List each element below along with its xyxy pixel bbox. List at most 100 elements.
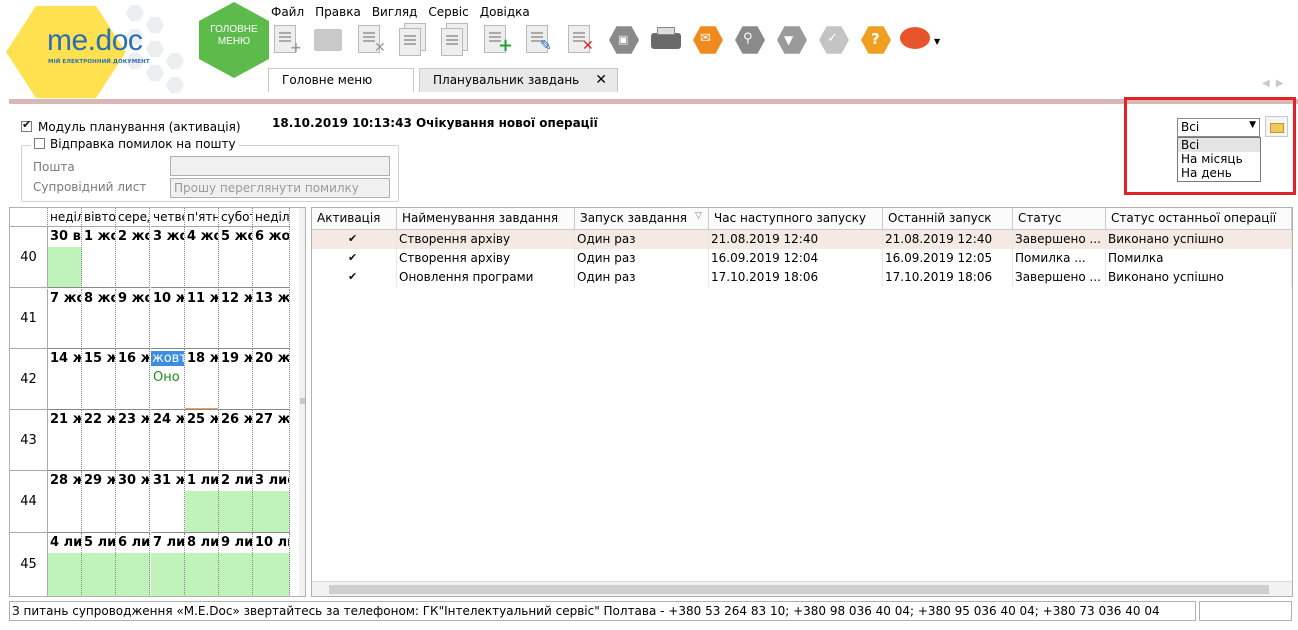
table-row[interactable]: Оновлення програмиОдин раз17.10.2019 18:… bbox=[312, 268, 1292, 287]
check-hex-icon[interactable]: ✓ bbox=[816, 23, 850, 59]
close-icon[interactable]: ✕ bbox=[595, 69, 607, 91]
calendar-day-cell[interactable]: 3 листопада bbox=[253, 471, 290, 533]
column-header[interactable]: Статус bbox=[1013, 208, 1106, 230]
checkbox-icon[interactable] bbox=[348, 230, 359, 248]
menu-edit[interactable]: Правка bbox=[315, 4, 366, 20]
calendar-day-cell[interactable]: 2 листопада bbox=[219, 471, 253, 533]
calendar-day-cell[interactable]: 12 жовтня bbox=[219, 289, 253, 349]
menu-view[interactable]: Вигляд bbox=[372, 4, 423, 20]
calendar-day-cell[interactable]: 27 жовтня bbox=[253, 410, 290, 471]
column-header[interactable]: Запуск завдання bbox=[575, 208, 709, 230]
period-option-day[interactable]: На день bbox=[1178, 166, 1260, 180]
calendar-day-cell[interactable]: 8 листопада bbox=[185, 533, 219, 596]
email-errors-option[interactable]: Відправка помилок на пошту bbox=[31, 137, 239, 151]
calendar-scrollbar[interactable] bbox=[299, 208, 305, 596]
calendar-day-cell[interactable]: 9 листопада bbox=[219, 533, 253, 596]
period-option-month[interactable]: На місяць bbox=[1178, 152, 1260, 166]
period-option-all[interactable]: Всі bbox=[1178, 138, 1260, 152]
calendar-day-cell[interactable]: 19 жовтня bbox=[219, 349, 253, 410]
calendar-day-cell[interactable]: 9 жовтня bbox=[116, 289, 150, 349]
open-folder-icon[interactable] bbox=[312, 23, 346, 59]
help-hex-icon[interactable]: ? bbox=[858, 23, 892, 59]
checkbox-icon[interactable] bbox=[348, 249, 359, 267]
table-row[interactable]: Створення архівуОдин раз16.09.2019 12:04… bbox=[312, 249, 1292, 268]
module-activation-option[interactable]: Модуль планування (активація) bbox=[21, 118, 241, 134]
search-hex-icon[interactable]: ⚲ bbox=[732, 23, 766, 59]
calendar-day-cell[interactable]: 24 жовтня bbox=[151, 410, 185, 471]
mail-field[interactable] bbox=[170, 156, 390, 176]
calendar-day-cell[interactable]: 28 жовтня bbox=[48, 471, 82, 533]
printer-icon[interactable] bbox=[648, 23, 682, 59]
calendar-day-cell[interactable]: жовтня Оно bbox=[151, 349, 185, 410]
calendar-day-cell[interactable]: 1 листопада bbox=[185, 471, 219, 533]
calendar-day-cell[interactable]: 14 жовтня bbox=[48, 349, 82, 410]
edit-doc-icon[interactable]: ✎ bbox=[522, 23, 556, 59]
calendar-day-cell[interactable]: 25 жовтня bbox=[185, 410, 219, 471]
activation-checkbox[interactable] bbox=[312, 249, 397, 268]
calendar-day-cell[interactable]: 7 листопада bbox=[151, 533, 185, 596]
calendar-day-cell[interactable]: 6 листопада bbox=[116, 533, 150, 596]
calendar-day-cell[interactable]: 23 жовтня bbox=[116, 410, 150, 471]
remove-doc-icon[interactable]: ✕ bbox=[564, 23, 598, 59]
calendar-day-cell[interactable]: 13 жовтня bbox=[253, 289, 290, 349]
calendar-day-cell[interactable]: 21 жовтня bbox=[48, 410, 82, 471]
calendar-day-cell[interactable]: 3 жовтня bbox=[151, 227, 185, 288]
calendar-day-cell[interactable]: 30 жовтня bbox=[116, 471, 150, 533]
filter-hex-icon[interactable]: ▼ bbox=[774, 23, 808, 59]
column-header[interactable]: Статус останньої операції bbox=[1106, 208, 1292, 230]
calendar-day-cell[interactable]: 31 жовтня bbox=[151, 471, 185, 533]
menu-help[interactable]: Довідка bbox=[480, 4, 535, 20]
activation-checkbox[interactable] bbox=[312, 268, 397, 287]
calendar-day-cell[interactable]: 30 вересня bbox=[48, 227, 82, 288]
calendar-event[interactable]: Оно bbox=[153, 370, 184, 385]
chat-bubble-icon[interactable]: ▼ bbox=[900, 23, 940, 59]
tab-main-menu[interactable]: Головне меню bbox=[268, 68, 414, 92]
period-filter-select[interactable]: Всі ▼ bbox=[1177, 118, 1260, 137]
calendar-day-cell[interactable]: 5 жовтня bbox=[219, 227, 253, 288]
column-header[interactable]: Найменування завдання bbox=[397, 208, 575, 230]
delete-doc-icon[interactable]: ✕ bbox=[354, 23, 388, 59]
open-folder-button[interactable] bbox=[1265, 116, 1288, 137]
checkbox-icon[interactable] bbox=[348, 268, 359, 286]
calendar-day-cell[interactable]: 18 жовтня bbox=[185, 349, 219, 410]
calendar-day-cell[interactable]: 15 жовтня bbox=[82, 349, 116, 410]
copy-doc-icon[interactable] bbox=[396, 23, 430, 59]
calendar-day-cell[interactable]: 8 жовтня bbox=[82, 289, 116, 349]
calendar-day-cell[interactable]: 6 жовтня bbox=[253, 227, 290, 288]
column-header[interactable]: Час наступного запуску bbox=[709, 208, 883, 230]
calendar-day-cell[interactable]: 4 жовтня bbox=[185, 227, 219, 288]
email-errors-checkbox[interactable] bbox=[34, 138, 45, 149]
calendar-day-cell[interactable]: 5 листопада bbox=[82, 533, 116, 596]
cover-letter-field[interactable]: Прошу переглянути помилку bbox=[170, 178, 390, 198]
calendar-day-cell[interactable]: 29 жовтня bbox=[82, 471, 116, 533]
menu-file[interactable]: Файл bbox=[271, 4, 309, 20]
activation-checkbox[interactable] bbox=[312, 230, 397, 249]
tab-task-scheduler[interactable]: Планувальник завдань ✕ bbox=[419, 68, 618, 92]
column-header[interactable]: Активація bbox=[312, 208, 397, 230]
archive-hex-icon[interactable]: ▣ bbox=[606, 23, 640, 59]
menu-service[interactable]: Сервіс bbox=[428, 4, 473, 20]
module-activation-checkbox[interactable] bbox=[21, 118, 32, 132]
calendar-day-cell[interactable]: 7 жовтня bbox=[48, 289, 82, 349]
calendar-day-cell[interactable]: 2 жовтня bbox=[116, 227, 150, 288]
column-header[interactable]: Останній запуск bbox=[883, 208, 1013, 230]
chevron-down-icon[interactable]: ▼ bbox=[1249, 120, 1256, 130]
calendar-day-cell[interactable]: 11 жовтня bbox=[185, 289, 219, 349]
calendar-day-cell[interactable]: 16 жовтня bbox=[116, 349, 150, 410]
table-scroll-thumb[interactable] bbox=[329, 585, 1269, 594]
calendar-scroll-thumb[interactable] bbox=[300, 398, 305, 404]
add-doc-icon[interactable]: + bbox=[480, 23, 514, 59]
calendar-day-cell[interactable]: 1 жовтня bbox=[82, 227, 116, 288]
calendar-day-cell[interactable]: 10 жовтня bbox=[151, 289, 185, 349]
main-menu-label[interactable]: ГОЛОВНЕ МЕНЮ bbox=[199, 24, 269, 48]
print-preview-icon[interactable] bbox=[438, 23, 472, 59]
calendar-day-cell[interactable]: 4 листопада bbox=[48, 533, 82, 596]
calendar-day-cell[interactable]: 22 жовтня bbox=[82, 410, 116, 471]
table-horizontal-scrollbar[interactable] bbox=[312, 581, 1292, 596]
sort-icon[interactable]: ▽ bbox=[695, 211, 702, 221]
calendar-day-cell[interactable]: 20 жовтня bbox=[253, 349, 290, 410]
new-doc-icon[interactable]: + bbox=[270, 23, 304, 59]
tab-scroll-arrows-icon[interactable]: ◀▶ bbox=[1262, 78, 1289, 89]
calendar-day-cell[interactable]: 26 жовтня bbox=[219, 410, 253, 471]
calendar-day-cell[interactable]: 10 листопада bbox=[253, 533, 290, 596]
